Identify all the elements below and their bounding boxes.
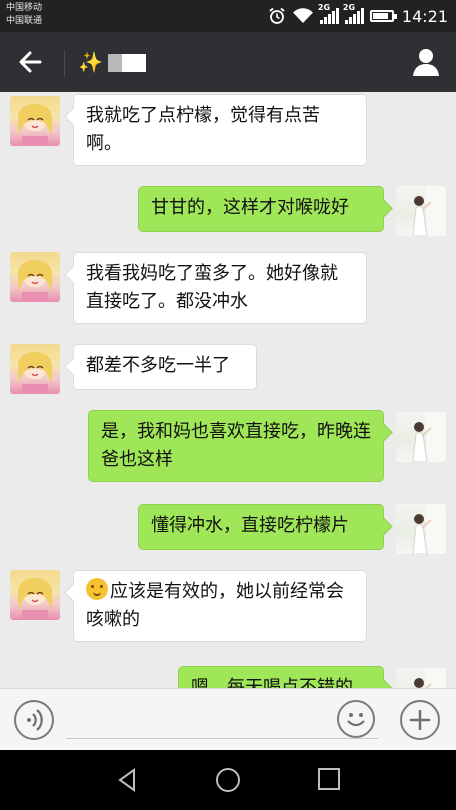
contact-info-button[interactable] xyxy=(410,46,442,78)
incoming-message-bubble[interactable]: 我看我妈吃了蛮多了。她好像就直接吃了。都没冲水 xyxy=(73,252,367,324)
battery-icon xyxy=(369,10,397,22)
triangle-back-icon xyxy=(118,768,135,792)
header-divider xyxy=(64,50,65,76)
my-avatar[interactable] xyxy=(396,412,446,462)
contact-avatar[interactable] xyxy=(10,252,60,302)
message-text: 是，我和妈也喜欢直接吃，昨晚连爸也这样 xyxy=(101,421,371,470)
signal-2-icon: 2G xyxy=(343,3,364,24)
outgoing-message-bubble[interactable]: 嗯，每天喝点不错的 xyxy=(178,666,384,688)
message-text: 都差不多吃一半了 xyxy=(86,355,230,376)
my-avatar[interactable] xyxy=(396,186,446,236)
signal-1-icon: 2G xyxy=(318,3,339,24)
status-bar: 中国移动 中国联通 2G 2G 14:21 xyxy=(0,0,456,32)
message-text: 我看我妈吃了蛮多了。她好像就直接吃了。都没冲水 xyxy=(86,263,338,312)
outgoing-message-bubble[interactable]: 是，我和妈也喜欢直接吃，昨晚连爸也这样 xyxy=(88,410,384,482)
chat-header: ✨ xyxy=(0,32,456,92)
arrow-left-icon xyxy=(19,51,42,73)
nav-back-button[interactable] xyxy=(114,766,142,794)
contact-avatar[interactable] xyxy=(10,570,60,620)
message-text: 嗯，每天喝点不错的 xyxy=(191,677,353,688)
message-text: 甘甘的，这样才对喉咙好 xyxy=(151,197,349,218)
outgoing-message-bubble[interactable]: 甘甘的，这样才对喉咙好 xyxy=(138,186,384,232)
wifi-icon xyxy=(292,8,313,23)
status-time: 14:21 xyxy=(401,6,448,26)
message-text-input[interactable] xyxy=(66,701,378,739)
carrier-2-label: 中国联通 xyxy=(6,16,43,26)
message-text: 懂得冲水，直接吃柠檬片 xyxy=(151,515,349,536)
message-input-bar xyxy=(0,688,456,750)
contact-avatar[interactable] xyxy=(10,344,60,394)
person-icon xyxy=(413,49,439,76)
incoming-message-bubble[interactable]: 我就吃了点柠檬，觉得有点苦啊。 xyxy=(73,94,367,166)
voice-input-icon xyxy=(27,709,43,731)
outgoing-message-bubble[interactable]: 懂得冲水，直接吃柠檬片 xyxy=(138,504,384,550)
incoming-message-bubble[interactable]: 都差不多吃一半了 xyxy=(73,344,257,390)
chat-title-redacted xyxy=(108,54,146,72)
contact-avatar[interactable] xyxy=(10,96,60,146)
signal-2-label: 2G xyxy=(342,3,356,12)
message-list[interactable]: 我就吃了点柠檬，觉得有点苦啊。 甘甘的，这样才对喉咙好 我看我妈吃了蛮多了。她好… xyxy=(0,92,456,688)
plus-icon xyxy=(410,710,430,730)
status-icons: 2G 2G 14:21 xyxy=(268,3,448,27)
more-options-button[interactable] xyxy=(400,700,440,740)
my-avatar[interactable] xyxy=(396,504,446,554)
carrier-info: 中国移动 中国联通 xyxy=(6,2,42,28)
square-recent-icon xyxy=(318,768,340,790)
incoming-message-bubble[interactable]: 应该是有效的，她以前经常会咳嗽的 xyxy=(73,570,367,642)
message-text: 应该是有效的，她以前经常会咳嗽的 xyxy=(86,581,344,630)
alarm-clock-icon xyxy=(269,7,285,24)
battery-level xyxy=(372,13,388,19)
message-text: 我就吃了点柠檬，觉得有点苦啊。 xyxy=(86,105,320,154)
nav-recent-button[interactable] xyxy=(316,766,342,792)
emoji-button[interactable] xyxy=(337,700,375,738)
my-avatar[interactable] xyxy=(396,668,446,688)
smiley-icon xyxy=(347,713,365,727)
circle-home-icon xyxy=(216,768,240,792)
nav-home-button[interactable] xyxy=(214,766,242,794)
sparkles-icon: ✨ xyxy=(78,50,103,74)
thinking-face-emoji xyxy=(86,578,108,600)
back-button[interactable] xyxy=(14,46,48,78)
signal-1-label: 2G xyxy=(317,3,331,12)
voice-input-button[interactable] xyxy=(14,700,54,740)
carrier-1-label: 中国移动 xyxy=(6,3,43,13)
system-nav-bar xyxy=(0,750,456,810)
